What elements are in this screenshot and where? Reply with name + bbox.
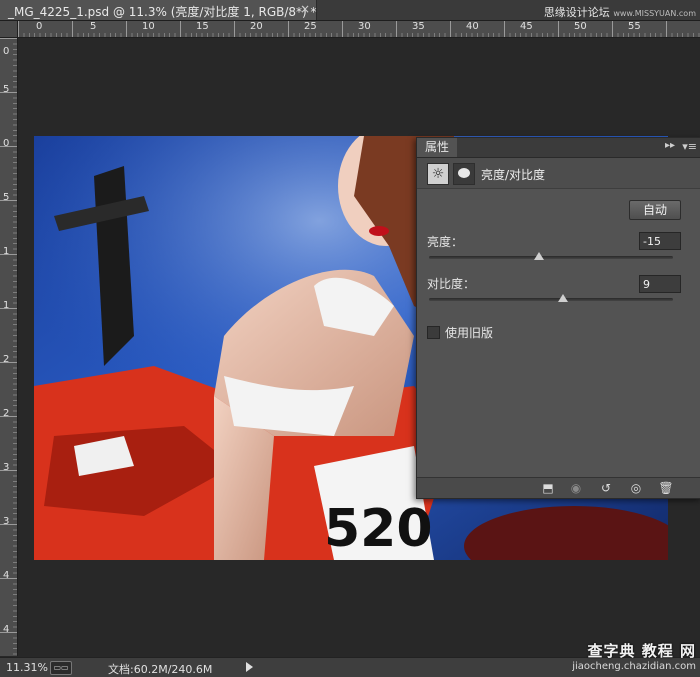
collapse-icon[interactable]: ▸▸ bbox=[665, 140, 675, 151]
watermark-top-url: www.MISSYUAN.com bbox=[613, 9, 696, 18]
clip-to-layer-icon[interactable]: ⬒ bbox=[537, 480, 559, 496]
watermark-bottom-cn: 查字典 教程 网 bbox=[587, 642, 696, 660]
reset-icon[interactable]: ↺ bbox=[595, 480, 617, 496]
ruler-tick: 35 bbox=[412, 21, 425, 32]
ruler-tick: 5 bbox=[3, 84, 10, 95]
delete-trash-icon[interactable]: 🗑 bbox=[655, 480, 677, 496]
ruler-tick: 55 bbox=[628, 21, 641, 32]
view-previous-state-icon[interactable]: ◉ bbox=[565, 480, 587, 496]
contrast-slider[interactable] bbox=[429, 294, 673, 302]
use-legacy-label: 使用旧版 bbox=[445, 326, 494, 340]
gpu-status-icon: ▭▭ bbox=[50, 661, 72, 675]
brightness-input[interactable]: -15 bbox=[639, 232, 681, 250]
contrast-input[interactable]: 9 bbox=[639, 275, 681, 293]
watermark-bottom-url: jiaocheng.chazidian.com bbox=[572, 661, 696, 672]
ruler-tick: 50 bbox=[574, 21, 587, 32]
document-info: 文档:60.2M/240.6M bbox=[108, 663, 213, 676]
use-legacy-checkbox[interactable] bbox=[427, 326, 440, 339]
ruler-tick: 30 bbox=[358, 21, 371, 32]
brightness-slider[interactable] bbox=[429, 252, 673, 260]
layer-mask-icon[interactable] bbox=[453, 163, 475, 185]
status-menu-arrow-icon[interactable] bbox=[246, 662, 253, 672]
ruler-tick: 20 bbox=[250, 21, 263, 32]
ruler-tick: 15 bbox=[196, 21, 209, 32]
adjustment-title: 亮度/对比度 bbox=[481, 168, 546, 182]
ruler-tick: 3 bbox=[3, 516, 10, 527]
ruler-tick: 5 bbox=[3, 192, 10, 203]
vertical-ruler[interactable]: 0 5 0 5 1 1 2 2 3 3 4 4 bbox=[0, 38, 18, 656]
ruler-origin[interactable] bbox=[0, 21, 18, 38]
ruler-tick: 45 bbox=[520, 21, 533, 32]
brightness-slider-thumb[interactable] bbox=[533, 252, 544, 260]
ruler-tick: 4 bbox=[3, 624, 10, 635]
auto-button[interactable]: 自动 bbox=[629, 200, 681, 220]
horizontal-ruler[interactable]: 0 5 10 15 20 25 30 35 40 45 50 55 bbox=[18, 21, 700, 38]
visibility-eye-icon[interactable]: ◎ bbox=[625, 480, 647, 496]
brightness-contrast-icon[interactable]: ☼ bbox=[427, 163, 449, 185]
tab-properties[interactable]: 属性 bbox=[417, 138, 458, 157]
watermark-top: 思缘设计论坛 www.MISSYUAN.com bbox=[544, 4, 696, 20]
panel-menu-icon[interactable]: ▾≡ bbox=[682, 140, 697, 153]
ruler-tick: 1 bbox=[3, 246, 10, 257]
document-tab[interactable]: _MG_4225_1.psd @ 11.3% (亮度/对比度 1, RGB/8*… bbox=[0, 0, 317, 20]
zoom-level[interactable]: 11.31% bbox=[6, 661, 48, 674]
ruler-tick: 5 bbox=[90, 21, 97, 32]
ruler-tick: 2 bbox=[3, 354, 10, 365]
ruler-tick: 0 bbox=[3, 138, 10, 149]
panel-footer: ⬒ ◉ ↺ ◎ 🗑 bbox=[417, 477, 700, 498]
ruler-tick: 0 bbox=[36, 21, 43, 32]
ruler-tick: 4 bbox=[3, 570, 10, 581]
svg-text:520: 520 bbox=[324, 499, 433, 559]
brightness-label: 亮度： bbox=[427, 235, 464, 249]
contrast-label: 对比度： bbox=[427, 277, 476, 291]
ruler-tick: 3 bbox=[3, 462, 10, 473]
ruler-tick: 0 bbox=[3, 46, 10, 57]
watermark-top-cn: 思缘设计论坛 bbox=[543, 6, 610, 19]
properties-panel: 属性 ▸▸ ▾≡ ☼ 亮度/对比度 自动 亮度： -15 对比度： 9 使用旧版… bbox=[416, 137, 700, 499]
adjustment-title-row: ☼ 亮度/对比度 bbox=[417, 158, 700, 189]
document-tab-title: _MG_4225_1.psd @ 11.3% (亮度/对比度 1, RGB/8*… bbox=[8, 5, 317, 19]
ruler-tick: 2 bbox=[3, 408, 10, 419]
document-tab-bar: _MG_4225_1.psd @ 11.3% (亮度/对比度 1, RGB/8*… bbox=[0, 0, 700, 21]
contrast-slider-thumb[interactable] bbox=[558, 294, 569, 302]
panel-header: 属性 ▸▸ ▾≡ bbox=[417, 138, 700, 158]
close-icon[interactable]: × bbox=[300, 2, 310, 16]
watermark-bottom: 查字典 教程 网 jiaocheng.chazidian.com bbox=[572, 640, 696, 672]
ruler-tick: 1 bbox=[3, 300, 10, 311]
ruler-tick: 25 bbox=[304, 21, 317, 32]
ruler-tick: 10 bbox=[142, 21, 155, 32]
ruler-tick: 40 bbox=[466, 21, 479, 32]
